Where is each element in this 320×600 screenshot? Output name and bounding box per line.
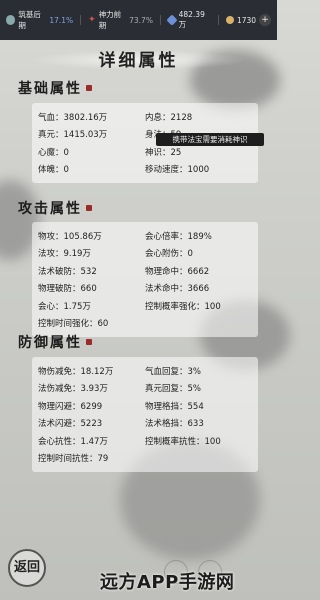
realm-label: 筑基后期	[18, 10, 41, 30]
seal-icon	[86, 85, 92, 91]
stat-divine-sense: 神识：25	[145, 147, 182, 158]
gem-amount: 482.39万	[178, 10, 205, 29]
gold-amount: 1730	[236, 15, 257, 25]
stat-crit-resistance: 会心抗性：1.47万	[38, 436, 108, 447]
page-title: 详细属性	[98, 51, 179, 71]
stat-crit: 会心：1.75万	[38, 301, 91, 312]
stat-control-chance-resist: 控制概率抗性：100	[145, 436, 221, 447]
divider	[159, 15, 161, 25]
section-title-text: 基础属性	[18, 81, 82, 97]
stat-control-duration-resist: 控制时间抗性：79	[38, 454, 109, 465]
seal-icon	[86, 339, 92, 345]
stat-inner-breath: 内息：2128	[145, 112, 193, 123]
avatar[interactable]	[6, 15, 16, 25]
stat-heart-demon: 心魔：0	[38, 147, 69, 158]
watermark-text: 远方APP手游网	[100, 572, 235, 593]
stat-control-duration-boost: 控制时间强化：60	[38, 319, 109, 330]
divine-icon: ✦	[88, 15, 96, 25]
stat-magic-dodge: 法术闪避：5223	[38, 419, 103, 430]
stat-magic-hit: 法术命中：3666	[145, 284, 210, 295]
stat-true-essence: 真元：1415.03万	[38, 130, 108, 141]
stat-physical-penetration: 物理破防：660	[38, 284, 97, 295]
stat-magic-attack: 法攻：9.19万	[38, 249, 91, 260]
stat-physique: 体魄：0	[38, 165, 69, 176]
defense-attributes-panel: 物伤减免：18.12万 气血回复：3% 法伤减免：3.93万 真元回复：5% 物理闪…	[32, 357, 258, 472]
section-title-text: 攻击属性	[18, 201, 82, 217]
add-currency-button[interactable]: +	[259, 14, 272, 26]
stat-magic-block: 法术格挡：633	[145, 419, 204, 430]
realm-status[interactable]: 筑基后期 17.1%	[6, 9, 73, 31]
stat-crit-multiplier: 会心倍率：189%	[145, 231, 212, 242]
divider	[217, 15, 219, 25]
gold-coin-icon	[225, 16, 234, 24]
divine-status[interactable]: ✦ 神力前期 73.7%	[88, 9, 153, 31]
gem-currency[interactable]: 482.39万	[166, 10, 211, 30]
seal-icon	[86, 205, 92, 211]
back-button[interactable]: 返回	[8, 549, 46, 587]
divider	[80, 15, 82, 25]
status-bar: 筑基后期 17.1% ✦ 神力前期 73.7% 482.39万 1730 +	[0, 0, 277, 40]
section-title-basic: 基础属性	[18, 78, 92, 98]
stat-hp-regen: 气血回复：3%	[145, 366, 201, 377]
gem-icon	[166, 14, 178, 26]
stat-control-chance-boost: 控制概率强化：100	[145, 301, 221, 312]
stat-physical-reduction: 物伤减免：18.12万	[38, 366, 114, 377]
stat-physical-block: 物理格挡：554	[145, 401, 204, 412]
stat-magic-penetration: 法术破防：532	[38, 266, 97, 277]
tooltip: 携带法宝需要消耗神识	[156, 133, 264, 146]
stat-physical-attack: 物攻：105.86万	[38, 231, 102, 242]
stat-magic-reduction: 法伤减免：3.93万	[38, 384, 108, 395]
section-title-attack: 攻击属性	[18, 198, 92, 218]
stat-crit-bonus-damage: 会心附伤：0	[145, 249, 193, 260]
stat-move-speed: 移动速度：1000	[145, 165, 210, 176]
realm-progress: 17.1%	[49, 15, 74, 25]
divine-label: 神力前期	[98, 10, 122, 30]
gold-currency[interactable]: 1730 +	[225, 14, 272, 26]
section-title-text: 防御属性	[18, 335, 82, 351]
divine-progress: 73.7%	[129, 15, 153, 25]
stat-physical-dodge: 物理闪避：6299	[38, 401, 103, 412]
section-title-defense: 防御属性	[18, 332, 92, 352]
attack-attributes-panel: 物攻：105.86万 会心倍率：189% 法攻：9.19万 会心附伤：0 法术破防：…	[32, 222, 258, 337]
stat-physical-hit: 物理命中：6662	[145, 266, 210, 277]
stat-hp: 气血：3802.16万	[38, 112, 108, 123]
stat-essence-regen: 真元回复：5%	[145, 384, 201, 395]
